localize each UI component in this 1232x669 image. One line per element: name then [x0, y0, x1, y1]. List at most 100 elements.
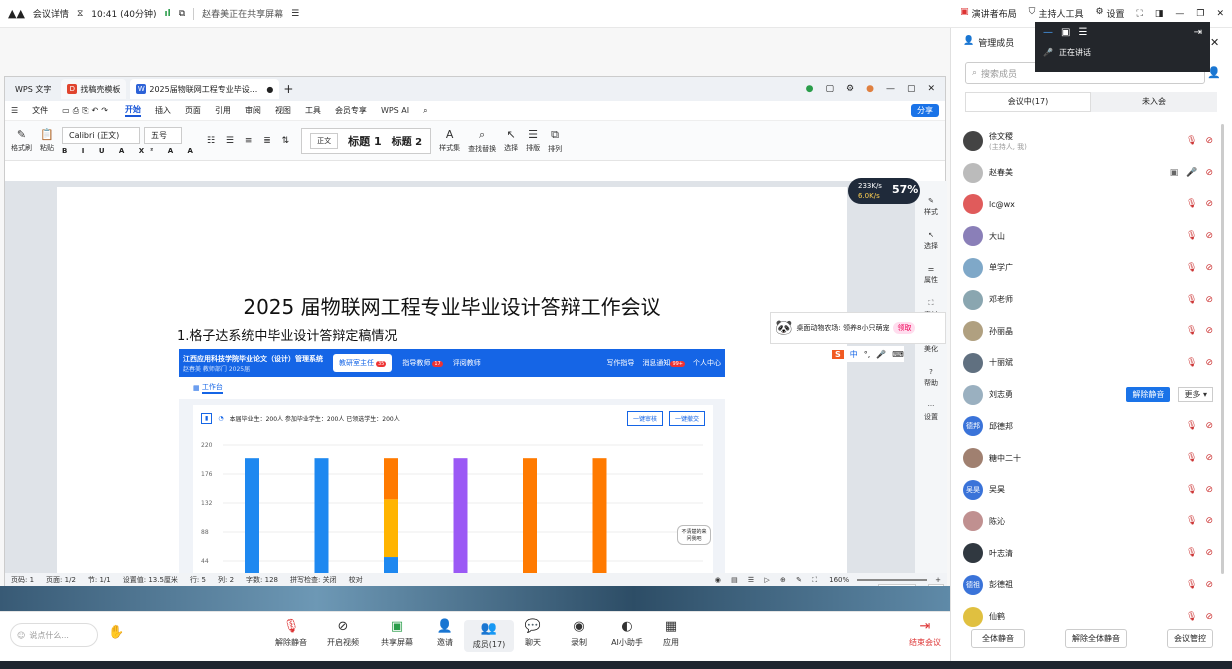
quick-tools[interactable]: ▭⎙⎘↶↷ — [62, 106, 111, 116]
tab-document[interactable]: W 2025届物联网工程专业毕设... ● — [130, 79, 280, 99]
bar-segment[interactable] — [384, 458, 398, 500]
popout-icon[interactable]: ⧉ — [179, 9, 185, 19]
members-button[interactable]: 👥 成员(17) — [464, 620, 514, 652]
end-meeting-button[interactable]: ⇥ 结束会议 — [900, 620, 950, 648]
member-status-icons[interactable]: 🎙 ⊘ — [1186, 295, 1213, 305]
member-row[interactable]: 德邦 邱德邦 🎙 ⊘ — [963, 413, 1213, 439]
avatar[interactable]: ● — [866, 84, 874, 94]
member-status-icons[interactable]: 🎙 ⊘ — [1186, 263, 1213, 273]
speaker-layout-button[interactable]: ▣ 演讲者布局 — [960, 7, 1017, 20]
status-col[interactable]: 列: 2 — [218, 575, 234, 585]
notification-link[interactable]: 消息通知 99+ — [642, 358, 685, 368]
bar-segment[interactable] — [384, 557, 398, 573]
panel-scrollbar[interactable] — [1221, 124, 1224, 574]
font-select[interactable]: Calibri (正文) — [62, 126, 140, 144]
start-video-button[interactable]: ⊘ 开启视频 — [318, 620, 368, 648]
member-status-icons[interactable]: 🎙 ⊘ — [1186, 421, 1213, 431]
wps-minimize-icon[interactable]: — — [886, 84, 895, 94]
embedded-screenshot[interactable]: 江西应用科技学院毕业论文（设计）管理系统 赵春美 教师部门 2025届 教研室主… — [179, 349, 725, 573]
bar[interactable] — [523, 458, 537, 573]
arrange-button[interactable]: ⧉ 排列 — [548, 128, 562, 154]
bar[interactable] — [592, 458, 607, 573]
styles-button[interactable]: A 样式集 — [439, 128, 460, 153]
chat-input[interactable]: ☺ 说点什么... — [10, 623, 98, 647]
more-button[interactable]: 更多 ▾ — [1178, 387, 1213, 403]
share-button[interactable]: 分享 — [911, 104, 939, 117]
member-row[interactable]: 陈沁 🎙 ⊘ — [963, 508, 1213, 534]
settings-button[interactable]: ⚙ 设置 — [1095, 7, 1124, 20]
tab-close-icon[interactable]: ● — [266, 85, 273, 94]
paragraph-tools[interactable]: ☷ ☰ ≡ ≣ ⇅ — [207, 136, 293, 146]
style-gallery[interactable]: 正文 标题 1 标题 2 — [301, 127, 432, 154]
search-icon[interactable]: ⌕ — [423, 106, 427, 116]
bar[interactable] — [314, 458, 329, 573]
menu-wps-ai[interactable]: WPS AI — [381, 106, 409, 115]
tab-in-meeting[interactable]: 会议中(17) — [965, 92, 1091, 112]
meeting-details-button[interactable]: 会议详情 — [33, 7, 69, 20]
collapse-icon[interactable]: ⇥ — [1194, 27, 1202, 38]
writing-guide-link[interactable]: 写作指导 — [606, 358, 634, 368]
menu-member[interactable]: 会员专享 — [335, 105, 367, 116]
tool-property[interactable]: ⚌ 属性 — [924, 265, 938, 285]
sort-button[interactable]: ☰ 排版 — [526, 128, 540, 153]
member-row[interactable]: 赵春美 ▣ 🎤 ⊘ — [963, 160, 1213, 186]
new-tab-icon[interactable]: + — [283, 82, 293, 96]
fullscreen-icon[interactable]: ⛶ — [1137, 9, 1143, 19]
status-proof[interactable]: 校对 — [349, 575, 363, 585]
minimize-icon[interactable]: — — [1175, 9, 1184, 19]
workbench-label[interactable]: 工作台 — [201, 382, 223, 394]
embedded-tab-reviewer[interactable]: 评阅教师 — [453, 358, 481, 368]
member-row[interactable]: 德祖 彭德祖 🎙 ⊘ — [963, 572, 1213, 598]
wps-close-icon[interactable]: ✕ — [927, 84, 935, 94]
member-row[interactable]: lc@wx 🎙 ⊘ — [963, 191, 1213, 217]
status-section[interactable]: 节: 1/1 — [88, 575, 111, 585]
view-icons[interactable]: ◉ ▤ ☰ ▷ ⊕ ✎ ⛶ — [715, 576, 821, 585]
menu-file[interactable]: 文件 — [32, 105, 48, 116]
bulk-return-button[interactable]: 一键撤交 — [668, 411, 705, 426]
member-status-icons[interactable]: 🎙 ⊘ — [1186, 612, 1213, 622]
network-speed-widget[interactable]: 233K/s 6.0K/s 57% — [848, 178, 920, 204]
member-status-icons[interactable]: 🎙 ⊘ — [1186, 485, 1213, 495]
window-icon[interactable]: ▢ — [825, 84, 834, 94]
tab-template[interactable]: D 找稿壳模板 — [61, 79, 127, 99]
ai-assistant-button[interactable]: ◐ AI小助手 — [602, 620, 652, 648]
member-row[interactable]: 十丽斌 🎙 ⊘ — [963, 350, 1213, 376]
wps-restore-icon[interactable]: ▢ — [907, 84, 916, 94]
menu-tools[interactable]: 工具 — [305, 105, 321, 116]
document-canvas[interactable]: 2025 届物联网工程专业毕业设计答辩工作会议 1.格子达系统中毕业设计答辩定稿… — [5, 181, 925, 573]
menu-page[interactable]: 页面 — [185, 105, 201, 116]
member-status-icons[interactable]: 🎙 ⊘ — [1186, 199, 1213, 209]
sharing-menu-icon[interactable]: ☰ — [291, 9, 299, 19]
member-status-icons[interactable]: 🎙 ⊘ — [1186, 326, 1213, 336]
embedded-tab-advisor[interactable]: 指导教师 17 — [402, 358, 443, 368]
assistant-bubble[interactable]: 不清楚的来问我吧 — [677, 525, 711, 545]
bar-chart-icon[interactable]: ▮ — [201, 413, 213, 424]
select-button[interactable]: ↖ 选择 — [504, 128, 518, 153]
unmute-all-button[interactable]: 解除全体静音 — [1065, 628, 1127, 648]
record-button[interactable]: ◉ 录制 — [554, 620, 604, 648]
invite-button[interactable]: 👤 邀请 — [420, 620, 470, 648]
tool-help[interactable]: ? 帮助 — [924, 368, 938, 388]
document-page[interactable]: 2025 届物联网工程专业毕业设计答辩工作会议 1.格子达系统中毕业设计答辩定稿… — [57, 187, 847, 573]
ime-toolbar[interactable]: S 中 °, 🎤 ⌨ — [832, 346, 904, 362]
find-replace-button[interactable]: ⌕ 查找替换 — [468, 128, 496, 154]
member-status-icons[interactable]: 🎙 ⊘ — [1186, 358, 1213, 368]
bar[interactable] — [453, 458, 468, 573]
format-painter-button[interactable]: ✎ 格式刷 — [11, 128, 32, 153]
profile-link[interactable]: 个人中心 — [693, 358, 721, 368]
update-icon[interactable]: ● — [806, 84, 814, 94]
font-format-tools[interactable]: B I U A X² A A — [62, 147, 199, 155]
member-row[interactable]: 单学广 🎙 ⊘ — [963, 255, 1213, 281]
doc-section-heading[interactable]: 1.格子达系统中毕业设计答辩定稿情况 — [177, 325, 397, 344]
status-spell[interactable]: 拼写检查: 关闭 — [290, 575, 337, 585]
zoom-level[interactable]: 160% — [829, 576, 849, 584]
skin-icon[interactable]: ⚙ — [846, 84, 854, 94]
unmute-button[interactable]: 🎙 解除静音 — [266, 620, 316, 648]
meeting-timer[interactable]: 10:41 (40分钟) — [91, 7, 156, 20]
zoom-slider[interactable] — [857, 579, 928, 581]
speaker-mini-window[interactable]: — ▣ ☰ ⇥ 🎤 正在讲话 — [1035, 22, 1210, 72]
member-status-icons[interactable]: 🎙 ⊘ — [1186, 136, 1213, 146]
tool-select[interactable]: ↖ 选择 — [924, 231, 938, 251]
status-pages[interactable]: 页面: 1/2 — [46, 575, 76, 585]
emoji-icon[interactable]: ☺ — [17, 631, 25, 640]
